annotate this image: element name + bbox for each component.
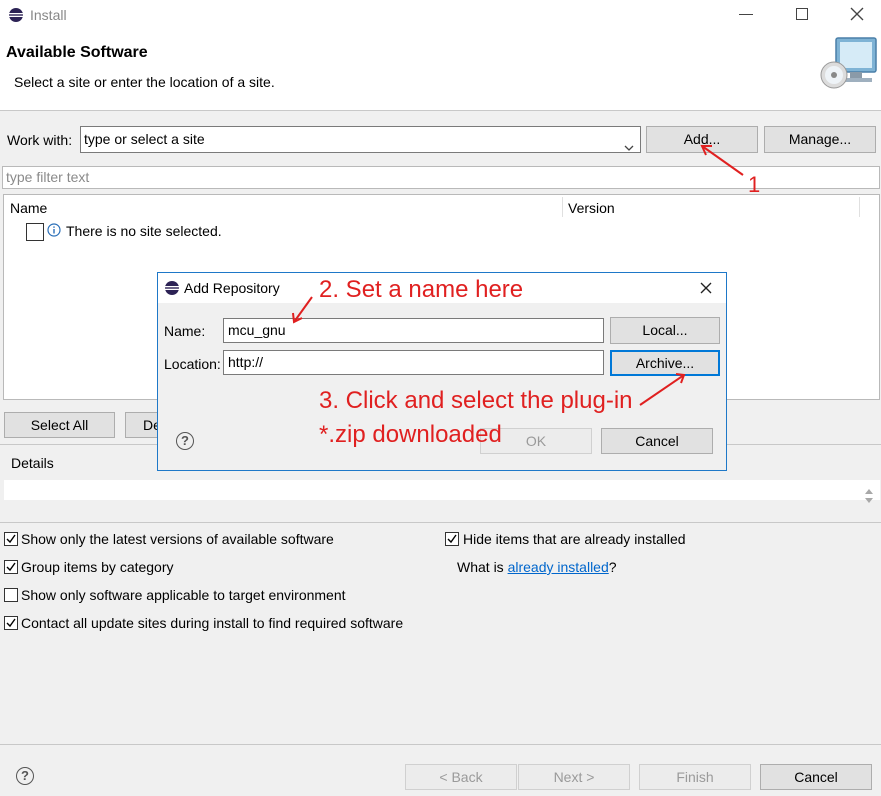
row-checkbox[interactable] — [26, 223, 44, 241]
empty-message: There is no site selected. — [66, 223, 222, 239]
chevron-down-icon[interactable] — [624, 135, 634, 151]
name-label: Name: — [164, 323, 206, 339]
maximize-button[interactable] — [796, 8, 808, 20]
close-icon[interactable] — [700, 281, 712, 294]
eclipse-icon — [164, 280, 180, 296]
select-all-button[interactable]: Select All — [4, 412, 115, 438]
window-title: Install — [30, 7, 67, 23]
latest-versions-label[interactable]: Show only the latest versions of availab… — [21, 531, 334, 547]
target-env-label[interactable]: Show only software applicable to target … — [21, 587, 346, 603]
annotation-step3-line2: *.zip downloaded — [319, 421, 502, 448]
dialog-title: Add Repository — [184, 280, 280, 296]
hide-installed-checkbox[interactable] — [445, 532, 459, 546]
work-with-combo[interactable]: type or select a site — [80, 126, 641, 153]
latest-versions-checkbox[interactable] — [4, 532, 18, 546]
add-button[interactable]: Add... — [646, 126, 758, 153]
page-title: Available Software — [6, 44, 148, 61]
details-label: Details — [11, 455, 54, 471]
page-subtitle: Select a site or enter the location of a… — [14, 74, 275, 90]
eclipse-icon — [8, 7, 24, 23]
work-with-value: type or select a site — [84, 131, 205, 147]
what-is-prefix: What is — [457, 559, 508, 575]
what-is-suffix: ? — [608, 559, 617, 575]
location-label: Location: — [164, 356, 221, 372]
column-divider — [859, 197, 860, 217]
column-header-name[interactable]: Name — [10, 200, 47, 216]
dialog-cancel-button[interactable]: Cancel — [601, 428, 713, 454]
contact-sites-label[interactable]: Contact all update sites during install … — [21, 615, 403, 631]
title-bar: Install — [0, 0, 881, 30]
column-divider — [562, 197, 563, 217]
info-icon — [47, 223, 61, 237]
details-area[interactable] — [4, 480, 880, 503]
dialog-help-icon[interactable]: ? — [176, 432, 194, 450]
wizard-header: Available Software Select a site or ente… — [0, 30, 881, 111]
already-installed-link[interactable]: already installed — [508, 559, 609, 575]
minimize-button[interactable] — [739, 14, 753, 15]
finish-button[interactable]: Finish — [639, 764, 751, 790]
what-is-installed-text: What is already installed? — [457, 559, 617, 575]
contact-sites-checkbox[interactable] — [4, 616, 18, 630]
local-button[interactable]: Local... — [610, 317, 720, 344]
manage-button[interactable]: Manage... — [764, 126, 876, 153]
next-button[interactable]: Next > — [518, 764, 630, 790]
group-by-category-checkbox[interactable] — [4, 560, 18, 574]
hide-installed-label[interactable]: Hide items that are already installed — [463, 531, 686, 547]
scroll-down-icon[interactable] — [864, 491, 874, 503]
install-banner-icon — [818, 35, 880, 95]
location-field[interactable]: http:// — [223, 350, 604, 375]
close-window-button[interactable] — [850, 7, 864, 21]
archive-button[interactable]: Archive... — [610, 350, 720, 376]
group-by-category-label[interactable]: Group items by category — [21, 559, 174, 575]
cancel-button[interactable]: Cancel — [760, 764, 872, 790]
name-field[interactable]: mcu_gnu — [223, 318, 604, 343]
work-with-label: Work with: — [7, 132, 73, 148]
annotation-step2: 2. Set a name here — [319, 276, 524, 303]
target-env-checkbox[interactable] — [4, 588, 18, 602]
details-separator — [0, 522, 881, 523]
filter-placeholder: type filter text — [6, 169, 90, 185]
annotation-step3-line1: 3. Click and select the plug-in — [319, 387, 633, 414]
column-header-version[interactable]: Version — [568, 200, 615, 216]
annotation-step1: 1 — [748, 172, 761, 197]
help-icon[interactable]: ? — [16, 767, 34, 785]
scroll-up-icon[interactable] — [864, 482, 874, 494]
footer-separator — [0, 744, 881, 745]
back-button[interactable]: < Back — [405, 764, 517, 790]
